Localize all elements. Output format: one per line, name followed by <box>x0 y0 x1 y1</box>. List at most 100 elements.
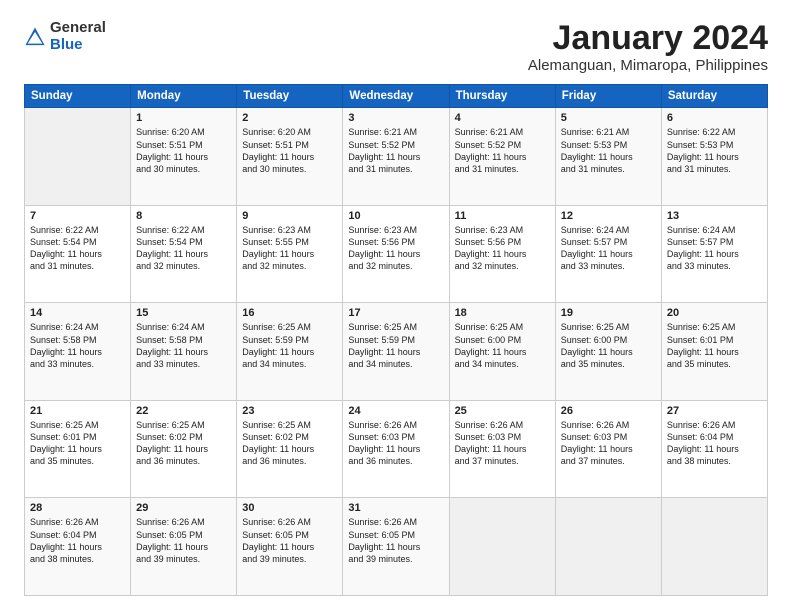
table-row: 20Sunrise: 6:25 AMSunset: 6:01 PMDayligh… <box>661 303 767 401</box>
cell-text: Sunrise: 6:20 AM <box>242 126 337 138</box>
cell-text: and 34 minutes. <box>455 358 550 370</box>
cell-text: and 30 minutes. <box>136 163 231 175</box>
table-row: 21Sunrise: 6:25 AMSunset: 6:01 PMDayligh… <box>25 400 131 498</box>
cell-text: Sunset: 6:00 PM <box>561 334 656 346</box>
header-monday: Monday <box>131 85 237 108</box>
day-number: 11 <box>455 210 550 222</box>
cell-text: Sunrise: 6:26 AM <box>30 516 125 528</box>
cell-text: Sunset: 5:57 PM <box>561 236 656 248</box>
cell-text: Daylight: 11 hours <box>242 151 337 163</box>
cell-text: Daylight: 11 hours <box>348 346 443 358</box>
table-row: 29Sunrise: 6:26 AMSunset: 6:05 PMDayligh… <box>131 498 237 596</box>
table-row: 7Sunrise: 6:22 AMSunset: 5:54 PMDaylight… <box>25 205 131 303</box>
cell-text: Daylight: 11 hours <box>348 151 443 163</box>
cell-text: Sunrise: 6:21 AM <box>561 126 656 138</box>
table-row: 3Sunrise: 6:21 AMSunset: 5:52 PMDaylight… <box>343 108 449 206</box>
cell-text: Daylight: 11 hours <box>455 346 550 358</box>
cell-text: Daylight: 11 hours <box>455 443 550 455</box>
cell-text: Sunset: 6:05 PM <box>348 529 443 541</box>
cell-text: Sunrise: 6:25 AM <box>348 321 443 333</box>
logo-blue: Blue <box>50 37 106 54</box>
day-number: 7 <box>30 210 125 222</box>
cell-text: Daylight: 11 hours <box>348 541 443 553</box>
day-number: 9 <box>242 210 337 222</box>
cell-text: Daylight: 11 hours <box>455 151 550 163</box>
cell-text: Sunset: 6:02 PM <box>242 431 337 443</box>
cell-text: Daylight: 11 hours <box>136 248 231 260</box>
cell-text: Daylight: 11 hours <box>667 248 762 260</box>
cell-text: Daylight: 11 hours <box>348 443 443 455</box>
cell-text: Sunrise: 6:25 AM <box>136 419 231 431</box>
cell-text: Daylight: 11 hours <box>667 443 762 455</box>
cell-text: Sunrise: 6:25 AM <box>455 321 550 333</box>
cell-text: Sunrise: 6:23 AM <box>242 224 337 236</box>
table-row <box>25 108 131 206</box>
cell-text: Sunrise: 6:24 AM <box>667 224 762 236</box>
cell-text: and 31 minutes. <box>667 163 762 175</box>
day-number: 23 <box>242 405 337 417</box>
cell-text: Daylight: 11 hours <box>561 346 656 358</box>
table-row: 30Sunrise: 6:26 AMSunset: 6:05 PMDayligh… <box>237 498 343 596</box>
week-row-3: 21Sunrise: 6:25 AMSunset: 6:01 PMDayligh… <box>25 400 768 498</box>
cell-text: and 31 minutes. <box>455 163 550 175</box>
day-number: 28 <box>30 502 125 514</box>
table-row: 4Sunrise: 6:21 AMSunset: 5:52 PMDaylight… <box>449 108 555 206</box>
day-number: 2 <box>242 112 337 124</box>
cell-text: Daylight: 11 hours <box>455 248 550 260</box>
cell-text: Sunrise: 6:24 AM <box>30 321 125 333</box>
table-row: 13Sunrise: 6:24 AMSunset: 5:57 PMDayligh… <box>661 205 767 303</box>
day-number: 21 <box>30 405 125 417</box>
cell-text: and 38 minutes. <box>667 455 762 467</box>
cell-text: Sunrise: 6:22 AM <box>136 224 231 236</box>
day-number: 10 <box>348 210 443 222</box>
logo-text: General Blue <box>50 20 106 53</box>
day-number: 5 <box>561 112 656 124</box>
cell-text: Sunrise: 6:26 AM <box>348 516 443 528</box>
table-row: 26Sunrise: 6:26 AMSunset: 6:03 PMDayligh… <box>555 400 661 498</box>
cell-text: Sunset: 5:55 PM <box>242 236 337 248</box>
calendar-header: Sunday Monday Tuesday Wednesday Thursday… <box>25 85 768 108</box>
cell-text: Daylight: 11 hours <box>242 443 337 455</box>
cell-text: and 32 minutes. <box>136 260 231 272</box>
cell-text: Sunset: 6:01 PM <box>30 431 125 443</box>
cell-text: Sunset: 5:56 PM <box>348 236 443 248</box>
cell-text: Daylight: 11 hours <box>136 541 231 553</box>
table-row: 28Sunrise: 6:26 AMSunset: 6:04 PMDayligh… <box>25 498 131 596</box>
cell-text: and 35 minutes. <box>667 358 762 370</box>
cell-text: Daylight: 11 hours <box>30 443 125 455</box>
cell-text: and 32 minutes. <box>348 260 443 272</box>
header-friday: Friday <box>555 85 661 108</box>
cell-text: Sunrise: 6:26 AM <box>242 516 337 528</box>
cell-text: Daylight: 11 hours <box>667 346 762 358</box>
cell-text: Sunset: 6:03 PM <box>348 431 443 443</box>
cell-text: Sunset: 5:54 PM <box>136 236 231 248</box>
cell-text: and 34 minutes. <box>348 358 443 370</box>
header-thursday: Thursday <box>449 85 555 108</box>
cell-text: and 39 minutes. <box>242 553 337 565</box>
cell-text: and 36 minutes. <box>348 455 443 467</box>
cell-text: Sunset: 5:59 PM <box>242 334 337 346</box>
cell-text: Sunrise: 6:25 AM <box>242 419 337 431</box>
cell-text: Daylight: 11 hours <box>136 151 231 163</box>
header-wednesday: Wednesday <box>343 85 449 108</box>
cell-text: Sunset: 5:54 PM <box>30 236 125 248</box>
cell-text: Sunset: 6:05 PM <box>136 529 231 541</box>
cell-text: Sunset: 5:51 PM <box>242 139 337 151</box>
cell-text: Sunset: 5:52 PM <box>455 139 550 151</box>
table-row: 19Sunrise: 6:25 AMSunset: 6:00 PMDayligh… <box>555 303 661 401</box>
table-row: 27Sunrise: 6:26 AMSunset: 6:04 PMDayligh… <box>661 400 767 498</box>
day-number: 31 <box>348 502 443 514</box>
page: General Blue January 2024 Alemanguan, Mi… <box>0 0 792 612</box>
cell-text: and 31 minutes. <box>348 163 443 175</box>
cell-text: Sunset: 5:58 PM <box>136 334 231 346</box>
day-number: 24 <box>348 405 443 417</box>
cell-text: Daylight: 11 hours <box>561 443 656 455</box>
cell-text: Daylight: 11 hours <box>242 248 337 260</box>
table-row: 9 Sunrise: 6:23 AMSunset: 5:55 PMDaylight… <box>237 205 343 303</box>
cell-text: Sunset: 5:58 PM <box>30 334 125 346</box>
cell-text: Daylight: 11 hours <box>667 151 762 163</box>
cell-text: Daylight: 11 hours <box>30 541 125 553</box>
table-row: 31 Sunrise: 6:26 AMSunset: 6:05 PMDayligh… <box>343 498 449 596</box>
calendar-subtitle: Alemanguan, Mimaropa, Philippines <box>528 57 768 74</box>
cell-text: Sunrise: 6:24 AM <box>561 224 656 236</box>
